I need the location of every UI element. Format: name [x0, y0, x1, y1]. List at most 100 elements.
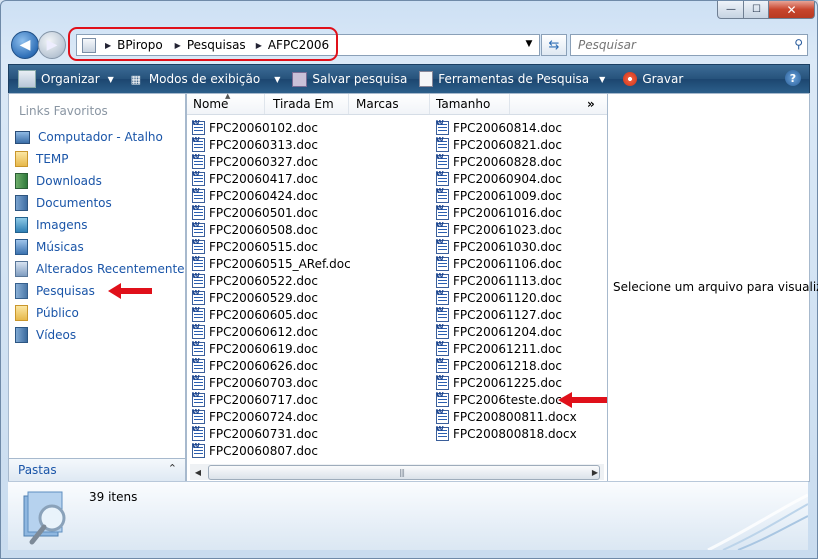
file-column-1: FPC20060102.doc FPC20060313.doc FPC2006032…	[192, 119, 427, 459]
file-item[interactable]: FPC20060821.doc	[436, 136, 601, 153]
file-item[interactable]: FPC200800818.docx	[436, 425, 601, 442]
file-name: FPC20061009.doc	[453, 188, 562, 203]
file-item[interactable]: FPC20060626.doc	[192, 357, 427, 374]
file-name: FPC20061211.doc	[453, 341, 562, 356]
file-item[interactable]: FPC20060515_ARef.doc	[192, 255, 427, 272]
file-item[interactable]: FPC20060703.doc	[192, 374, 427, 391]
nav-link-documents[interactable]: Documentos	[15, 193, 112, 213]
more-columns-button[interactable]: »	[587, 97, 595, 111]
file-item[interactable]: FPC20061113.doc	[436, 272, 601, 289]
arrow-left-icon: ◀	[19, 37, 31, 53]
address-history-dropdown[interactable]: ▼	[520, 34, 538, 54]
file-item[interactable]: FPC20061009.doc	[436, 187, 601, 204]
file-list: Nome ▲ Tirada Em Marcas Tamanho » FPC200…	[186, 92, 608, 482]
organize-button[interactable]: Organizar ▼	[18, 70, 114, 88]
file-item[interactable]: FPC200800811.docx	[436, 408, 601, 425]
file-item[interactable]: FPC20060508.doc	[192, 221, 427, 238]
file-item[interactable]: FPC20060515.doc	[192, 238, 427, 255]
nav-link-computer[interactable]: Computador - Atalho	[15, 127, 163, 147]
horizontal-scrollbar[interactable]: ◀ ||| ▶	[190, 464, 604, 480]
file-item[interactable]: FPC20060731.doc	[192, 425, 427, 442]
save-search-button[interactable]: Salvar pesquisa	[292, 71, 407, 87]
nav-link-music[interactable]: Músicas	[15, 237, 84, 257]
file-item[interactable]: FPC20060904.doc	[436, 170, 601, 187]
details-pane: 39 itens	[8, 481, 808, 550]
column-header-date-taken[interactable]: Tirada Em	[267, 94, 349, 114]
close-button[interactable]: ✕	[768, 1, 815, 19]
nav-link-downloads[interactable]: Downloads	[15, 171, 102, 191]
maximize-button[interactable]: ☐	[743, 1, 770, 19]
file-item[interactable]: FPC20061023.doc	[436, 221, 601, 238]
file-item[interactable]: FPC20060424.doc	[192, 187, 427, 204]
word-document-icon	[192, 425, 205, 441]
scroll-right-icon[interactable]: ▶	[588, 465, 602, 479]
file-name: FPC200800818.docx	[453, 426, 577, 441]
file-item[interactable]: FPC20061127.doc	[436, 306, 601, 323]
scrollbar-thumb[interactable]: |||	[208, 465, 600, 480]
file-item[interactable]: FPC20060605.doc	[192, 306, 427, 323]
arrow-right-icon: ▶	[46, 37, 58, 53]
file-item[interactable]: FPC20061204.doc	[436, 323, 601, 340]
file-item[interactable]: FPC20060619.doc	[192, 340, 427, 357]
word-document-icon	[436, 221, 449, 237]
file-item[interactable]: FPC20061016.doc	[436, 204, 601, 221]
file-item[interactable]: FPC20060313.doc	[192, 136, 427, 153]
file-item[interactable]: FPC20060501.doc	[192, 204, 427, 221]
burn-button[interactable]: Gravar	[623, 72, 683, 86]
folders-toggle[interactable]: Pastas ⌃	[8, 458, 186, 482]
file-item[interactable]: FPC20061106.doc	[436, 255, 601, 272]
burn-icon	[623, 72, 638, 86]
file-item[interactable]: FPC20060724.doc	[192, 408, 427, 425]
file-name: FPC20060417.doc	[209, 171, 318, 186]
views-button[interactable]: ▦ Modos de exibição ▼	[128, 71, 281, 87]
word-document-icon	[436, 153, 449, 169]
word-document-icon	[436, 170, 449, 186]
file-item[interactable]: FPC20060417.doc	[192, 170, 427, 187]
toolbar-label: Organizar	[41, 72, 100, 86]
column-header-size[interactable]: Tamanho	[430, 94, 510, 114]
file-item[interactable]: FPC20061211.doc	[436, 340, 601, 357]
word-document-icon	[436, 425, 449, 441]
file-item[interactable]: FPC20061120.doc	[436, 289, 601, 306]
nav-link-searches[interactable]: Pesquisas	[15, 281, 95, 301]
file-item[interactable]: FPC20060612.doc	[192, 323, 427, 340]
word-document-icon	[192, 306, 205, 322]
nav-link-videos[interactable]: Vídeos	[15, 325, 76, 345]
file-item[interactable]: FPC20060327.doc	[192, 153, 427, 170]
file-name: FPC20060724.doc	[209, 409, 318, 424]
nav-link-pictures[interactable]: Imagens	[15, 215, 87, 235]
nav-link-recent[interactable]: Alterados Recentemente	[15, 259, 185, 279]
file-name: FPC20061016.doc	[453, 205, 562, 220]
forward-button[interactable]: ▶	[38, 31, 66, 59]
nav-link-public[interactable]: Público	[15, 303, 79, 323]
scroll-left-icon[interactable]: ◀	[191, 465, 205, 479]
file-name: FPC20060508.doc	[209, 222, 318, 237]
file-item[interactable]: FPC20060814.doc	[436, 119, 601, 136]
file-name: FPC20060703.doc	[209, 375, 318, 390]
file-item[interactable]: FPC20060102.doc	[192, 119, 427, 136]
file-item[interactable]: FPC20061218.doc	[436, 357, 601, 374]
file-item[interactable]: FPC20060529.doc	[192, 289, 427, 306]
search-icon[interactable]: ⚲	[794, 37, 803, 51]
back-button[interactable]: ◀	[11, 31, 39, 59]
file-item[interactable]: FPC20061225.doc	[436, 374, 601, 391]
nav-link-temp[interactable]: TEMP	[15, 149, 69, 169]
file-name: FPC20060515_ARef.doc	[209, 256, 351, 271]
search-tools-button[interactable]: Ferramentas de Pesquisa ▼	[419, 71, 605, 87]
decorative-swoosh	[707, 493, 808, 550]
file-item[interactable]: FPC20060717.doc	[192, 391, 427, 408]
word-document-icon	[192, 357, 205, 373]
column-header-tags[interactable]: Marcas	[350, 94, 430, 114]
minimize-button[interactable]: —	[717, 1, 745, 19]
help-button[interactable]: ?	[785, 70, 801, 86]
file-item[interactable]: FPC20061030.doc	[436, 238, 601, 255]
favorite-links-title: Links Favoritos	[19, 104, 108, 118]
preview-message: Selecione um arquivo para visualizar.	[613, 280, 818, 294]
refresh-icon: ⇆	[548, 37, 560, 53]
search-box[interactable]: ⚲	[570, 34, 808, 56]
refresh-button[interactable]: ⇆	[541, 34, 567, 56]
file-item[interactable]: FPC20060828.doc	[436, 153, 601, 170]
file-item[interactable]: FPC20060807.doc	[192, 442, 427, 459]
search-input[interactable]	[576, 35, 780, 55]
file-item[interactable]: FPC20060522.doc	[192, 272, 427, 289]
